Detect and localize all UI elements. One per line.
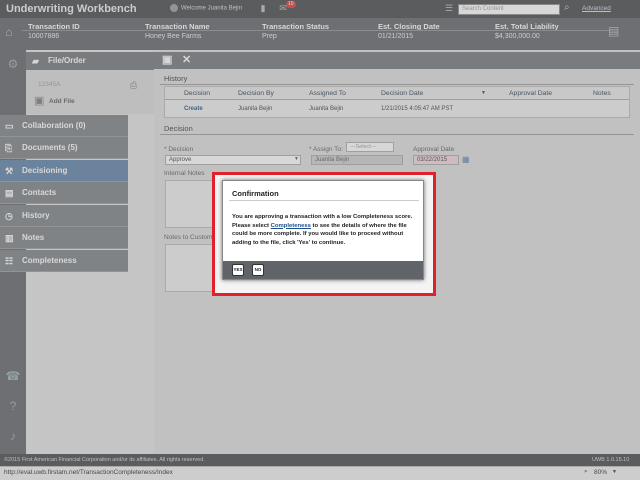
dialog-footer: YES NO [223, 261, 423, 279]
completeness-link[interactable]: Completeness [271, 223, 311, 229]
yes-button[interactable]: YES [232, 264, 244, 276]
dialog-message: You are approving a transaction with a l… [232, 213, 418, 247]
no-button[interactable]: NO [252, 264, 264, 276]
confirmation-dialog: Confirmation You are approving a transac… [222, 180, 424, 280]
dialog-title: Confirmation [232, 189, 279, 198]
divider [229, 200, 419, 201]
